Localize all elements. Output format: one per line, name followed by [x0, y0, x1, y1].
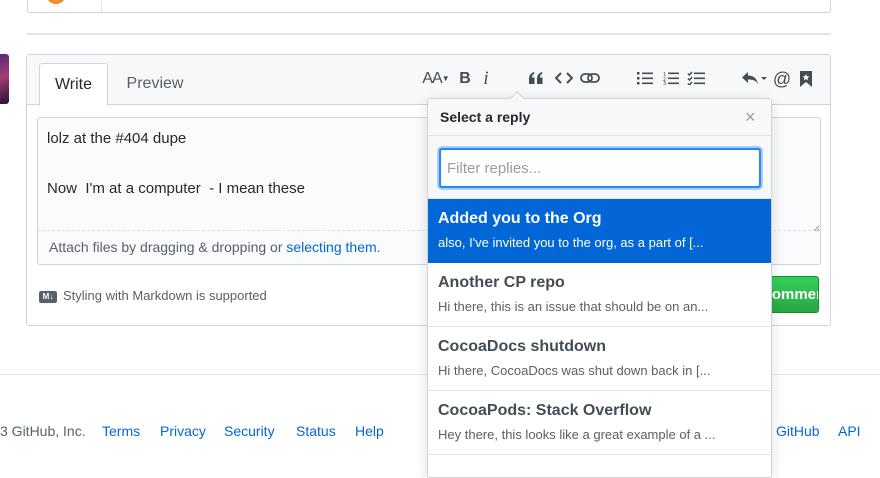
code-icon[interactable] [553, 66, 575, 92]
attach-hint-suffix: . [376, 239, 381, 255]
timeline-divider [27, 33, 831, 35]
comment-text-line: Now I'm at a computer - I mean these [47, 180, 305, 197]
mention-icon[interactable]: @ [772, 66, 792, 92]
markdown-icon: M↓ [39, 291, 57, 303]
footer-link-security[interactable]: Security [224, 423, 275, 439]
footer-link-privacy[interactable]: Privacy [160, 423, 206, 439]
divider [101, 0, 102, 13]
copyright: 3 GitHub, Inc. [0, 423, 86, 439]
reply-title: CocoaPods: Stack Overflow [438, 402, 652, 419]
reply-preview: Hi there, this is an issue that should b… [438, 299, 709, 314]
tab-write[interactable]: Write [39, 63, 108, 106]
link-icon[interactable] [579, 66, 601, 92]
reply-preview: Hi there, CocoaDocs was shut down back i… [438, 363, 711, 378]
attach-hint: Attach files by dragging & dropping or s… [49, 239, 381, 255]
saved-reply-item[interactable]: CocoaPods: Stack Overflow Hey there, thi… [428, 391, 771, 455]
reply-title: CocoaDocs shutdown [438, 338, 607, 355]
bullet-list-icon[interactable] [634, 66, 656, 92]
resize-handle[interactable] [810, 220, 820, 233]
reply-preview: also, I've invited you to the org, as a … [438, 235, 704, 250]
saved-reply-item[interactable]: Another CP repo Hi there, this is an iss… [428, 263, 771, 327]
filter-replies-input[interactable] [439, 148, 761, 188]
attach-hint-text: Attach files by dragging & dropping or [49, 239, 287, 255]
quote-icon[interactable] [526, 66, 546, 92]
heading-label: AA [422, 70, 442, 87]
saved-reply-item[interactable]: Added you to the Org also, I've invited … [428, 199, 771, 263]
close-icon[interactable]: × [745, 107, 756, 127]
comment-text-line: lolz at the #404 dupe [47, 130, 187, 147]
numbered-list-icon[interactable]: 123 [660, 66, 682, 92]
reply-preview: Hey there, this looks like a great examp… [438, 427, 716, 442]
markdown-note[interactable]: Styling with Markdown is supported [63, 288, 267, 303]
previous-comment-box [27, 0, 831, 13]
dropdown-title: Select a reply [440, 109, 531, 125]
italic-icon[interactable]: i [478, 66, 494, 92]
footer-link-api[interactable]: API [838, 423, 861, 439]
reply-title: Another CP repo [438, 274, 565, 291]
tab-preview[interactable]: Preview [110, 63, 200, 105]
bold-icon[interactable]: B [456, 66, 474, 92]
footer-link-help[interactable]: Help [355, 423, 384, 439]
bookmark-icon[interactable] [797, 66, 815, 92]
svg-text:3: 3 [663, 81, 666, 85]
reply-title: Added you to the Org [438, 210, 602, 227]
select-files-link[interactable]: selecting them [286, 239, 376, 255]
footer-link-terms[interactable]: Terms [102, 423, 140, 439]
avatar[interactable] [0, 54, 9, 104]
footer-link-status[interactable]: Status [296, 423, 336, 439]
text-size-icon[interactable]: AA▼ [419, 66, 453, 92]
saved-reply-item[interactable]: CocoaDocs shutdown Hi there, CocoaDocs w… [428, 327, 771, 391]
reply-icon[interactable] [739, 66, 769, 92]
task-list-icon[interactable] [685, 66, 707, 92]
footer-link-github[interactable]: GitHub [776, 423, 820, 439]
